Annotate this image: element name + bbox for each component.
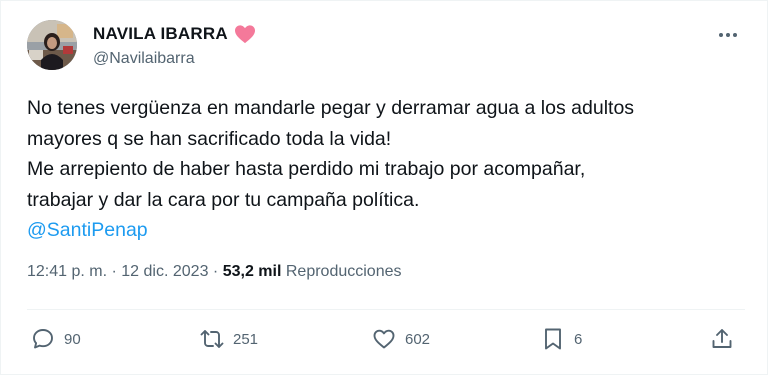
tweet-line: mayores q se han sacrificado toda la vid… [27, 127, 392, 150]
share-button[interactable] [710, 324, 734, 354]
meta-separator: · [111, 263, 117, 280]
tweet-card: NAVILA IBARRA @Navilaibarra No tenes ver… [0, 0, 768, 375]
tweet-line: No tenes vergüenza en mandarle pegar y d… [27, 97, 635, 119]
share-icon [712, 329, 732, 348]
views-count: 53,2 mil [222, 263, 282, 280]
retweet-icon [200, 330, 224, 348]
tweet-line: Me arrepiento de haber hasta perdido mi … [27, 158, 586, 180]
bookmark-count: 6 [574, 330, 583, 348]
like-button[interactable]: 602 [372, 324, 430, 354]
more-icon[interactable] [717, 25, 739, 45]
like-count: 602 [405, 330, 431, 348]
retweet-button[interactable]: 251 [200, 324, 258, 354]
divider [27, 309, 745, 310]
views-label: Reproducciones [285, 263, 402, 280]
mention-link[interactable]: @SantiPenap [27, 215, 747, 246]
tweet-time[interactable]: 12:41 p. m. [27, 263, 107, 280]
author-handle[interactable]: @Navilaibarra [93, 50, 195, 68]
like-icon [373, 329, 395, 349]
author-name[interactable]: NAVILA IBARRA [93, 24, 228, 44]
reply-button[interactable]: 90 [31, 324, 81, 354]
tweet-line: trabajar y dar la cara por tu campaña po… [27, 188, 420, 211]
retweet-count: 251 [233, 330, 259, 348]
bookmark-button[interactable]: 6 [541, 324, 582, 354]
reply-count: 90 [64, 330, 81, 348]
reply-icon [33, 329, 53, 349]
avatar-image [27, 20, 77, 70]
tweet-date[interactable]: 12 dic. 2023 [121, 263, 208, 280]
avatar[interactable] [27, 20, 77, 70]
tweet-meta: 12:41 p. m. · 12 dic. 2023 · 53,2 mil Re… [27, 263, 401, 281]
meta-separator: · [212, 263, 219, 280]
pink-heart-icon [234, 25, 255, 44]
tweet-text: No tenes vergüenza en mandarle pegar y d… [27, 93, 747, 246]
bookmark-icon [545, 328, 561, 350]
